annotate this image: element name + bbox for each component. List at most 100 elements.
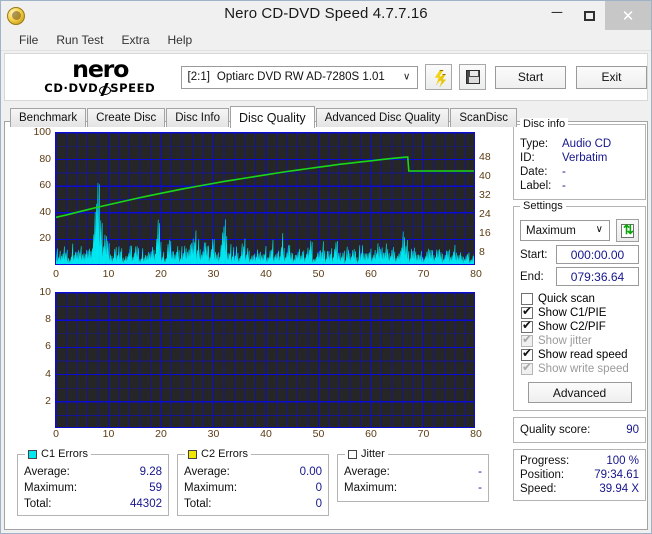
close-button[interactable]: ✕ [605, 1, 651, 30]
checkbox-label: Show C2/PIF [538, 321, 606, 333]
nero-disc-icon [7, 6, 25, 25]
c1-pie-chart: 20 40 60 80 100 8 16 24 32 40 48 0 10 20 30 40 50 60 70 8… [11, 126, 506, 286]
x-axis-tick-label: 20 [155, 428, 167, 440]
disc-id-key: ID: [520, 152, 535, 164]
disc-info-box: Disc info Type: Audio CD ID: Verbatim Date… [513, 118, 646, 200]
c2-color-swatch-icon [188, 449, 197, 459]
c1-total-key: Total: [24, 498, 52, 510]
tab-advanced-disc-quality[interactable]: Advanced Disc Quality [315, 108, 450, 127]
checkbox-show-write-speed: Show write speed [514, 361, 645, 375]
logo-tagline-right: SPEED [110, 81, 156, 96]
y-axis-tick-label: 20 [39, 232, 51, 245]
speed-value: 39.94 X [599, 483, 639, 495]
c1-chart-x-axis: 0 10 20 30 40 50 60 70 80 [53, 268, 482, 282]
x-axis-tick-label: 70 [417, 428, 430, 440]
save-icon [465, 70, 480, 84]
start-input[interactable]: 000:00.00 [556, 245, 639, 264]
maximize-button[interactable] [573, 1, 605, 30]
checkbox-show-read-speed[interactable]: Show read speed [514, 347, 645, 361]
checkbox-icon [521, 361, 533, 375]
tab-disc-info[interactable]: Disc Info [166, 108, 229, 127]
save-button[interactable] [459, 64, 487, 90]
speed-axis-tick-label: 16 [479, 227, 491, 239]
x-axis-tick-label: 70 [417, 268, 430, 280]
menu-item-extra[interactable]: Extra [113, 31, 157, 49]
checkbox-label: Show C1/PIE [538, 307, 607, 319]
tab-create-disc[interactable]: Create Disc [87, 108, 166, 127]
burn-button[interactable] [425, 64, 453, 90]
position-value: 79:34.61 [594, 469, 639, 481]
x-axis-tick-label: 80 [470, 268, 482, 280]
logo-wordmark: nero [71, 56, 129, 83]
checkbox-quick-scan[interactable]: Quick scan [514, 291, 645, 305]
c1-total-value: 44302 [130, 498, 162, 510]
logo-tagline: CD·DVD SPEED [44, 83, 155, 96]
c1-chart-canvas [56, 133, 474, 264]
close-icon: ✕ [621, 7, 635, 25]
speed-axis-tick-label: 32 [479, 189, 491, 201]
right-panel: Disc info Type: Audio CD ID: Verbatim Date… [513, 118, 646, 507]
c1-chart-plot-area [55, 132, 475, 265]
drive-name: Optiarc DVD RW AD-7280S 1.01 [216, 71, 385, 83]
y-axis-tick-label: 6 [45, 340, 51, 353]
checkbox-show-c1-pie[interactable]: Show C1/PIE [514, 305, 645, 319]
speed-select[interactable]: Maximum ∨ [520, 220, 610, 241]
nero-logo: nero CD·DVD SPEED [27, 56, 173, 96]
c1-color-swatch-icon [28, 449, 37, 459]
y-axis-tick-label: 10 [39, 286, 51, 298]
logo-tagline-left: CD·DVD [44, 81, 99, 96]
burn-icon [431, 69, 447, 85]
speed-axis-tick-label: 48 [479, 151, 491, 163]
tab-scandisc[interactable]: ScanDisc [450, 108, 517, 127]
checkbox-label: Quick scan [538, 293, 595, 305]
jitter-color-swatch-icon [348, 449, 357, 459]
c2-pif-chart: 2 4 6 8 10 0 10 20 30 40 50 60 70 80 [11, 286, 506, 446]
speed-axis-tick-label: 40 [479, 170, 491, 182]
c2-total-key: Total: [184, 498, 212, 510]
refresh-button[interactable] [616, 219, 639, 242]
tab-benchmark[interactable]: Benchmark [10, 108, 87, 127]
tab-strip: Benchmark Create Disc Disc Info Disc Qua… [4, 106, 648, 128]
drive-select[interactable]: [2:1] Optiarc DVD RW AD-7280S 1.01 ∨ [180, 65, 419, 89]
y-axis-tick-label: 2 [45, 394, 51, 407]
y-axis-tick-label: 8 [45, 313, 51, 326]
settings-box: Settings Maximum ∨ Start: 000:00.00 End: [513, 200, 646, 411]
jitter-average-key: Average: [344, 466, 390, 478]
tab-disc-quality[interactable]: Disc Quality [230, 106, 315, 128]
checkbox-show-c2-pif[interactable]: Show C2/PIF [514, 319, 645, 333]
y-axis-tick-label: 40 [39, 205, 51, 218]
jitter-box: Jitter Average: - Maximum: - [337, 448, 489, 502]
c2-average-key: Average: [184, 466, 230, 478]
jitter-label: Jitter [361, 448, 385, 460]
c2-average-value: 0.00 [299, 466, 322, 478]
disc-quality-page: 20 40 60 80 100 8 16 24 32 40 48 0 10 20 30 40 50 60 70 8… [4, 118, 648, 530]
c2-maximum-key: Maximum: [184, 482, 238, 494]
x-axis-tick-label: 10 [102, 428, 115, 440]
exit-button[interactable]: Exit [576, 65, 647, 89]
chevron-down-icon: ∨ [403, 71, 411, 83]
c2-chart-y-axis: 2 4 6 8 10 [11, 286, 51, 425]
quality-score-box: Quality score: 90 [513, 417, 646, 443]
advanced-button[interactable]: Advanced [527, 382, 632, 403]
menu-item-file[interactable]: File [11, 31, 46, 49]
end-input[interactable]: 079:36.64 [556, 267, 639, 286]
settings-label: Settings [520, 200, 566, 212]
y-axis-tick-label: 4 [45, 367, 51, 380]
menu-bar: File Run Test Extra Help [1, 30, 651, 51]
c1-maximum-value: 59 [149, 482, 162, 494]
checkbox-label: Show write speed [538, 363, 629, 375]
checkbox-label: Show jitter [538, 335, 592, 347]
menu-item-run-test[interactable]: Run Test [48, 31, 111, 49]
x-axis-tick-label: 40 [260, 428, 272, 440]
speed-label: Speed: [520, 483, 557, 495]
start-button[interactable]: Start [495, 65, 567, 89]
x-axis-tick-label: 0 [53, 428, 59, 440]
checkbox-show-jitter: Show jitter [514, 333, 645, 347]
quality-score-label: Quality score: [520, 424, 591, 436]
menu-item-help[interactable]: Help [160, 31, 201, 49]
c1-errors-box: C1 Errors Average: 9.28 Maximum: 59 Total:… [17, 448, 169, 516]
speed-axis-tick-label: 8 [479, 246, 485, 258]
c1-maximum-key: Maximum: [24, 482, 78, 494]
minimize-button[interactable]: ─ [541, 1, 573, 30]
c2-chart-plot-area [55, 292, 475, 428]
